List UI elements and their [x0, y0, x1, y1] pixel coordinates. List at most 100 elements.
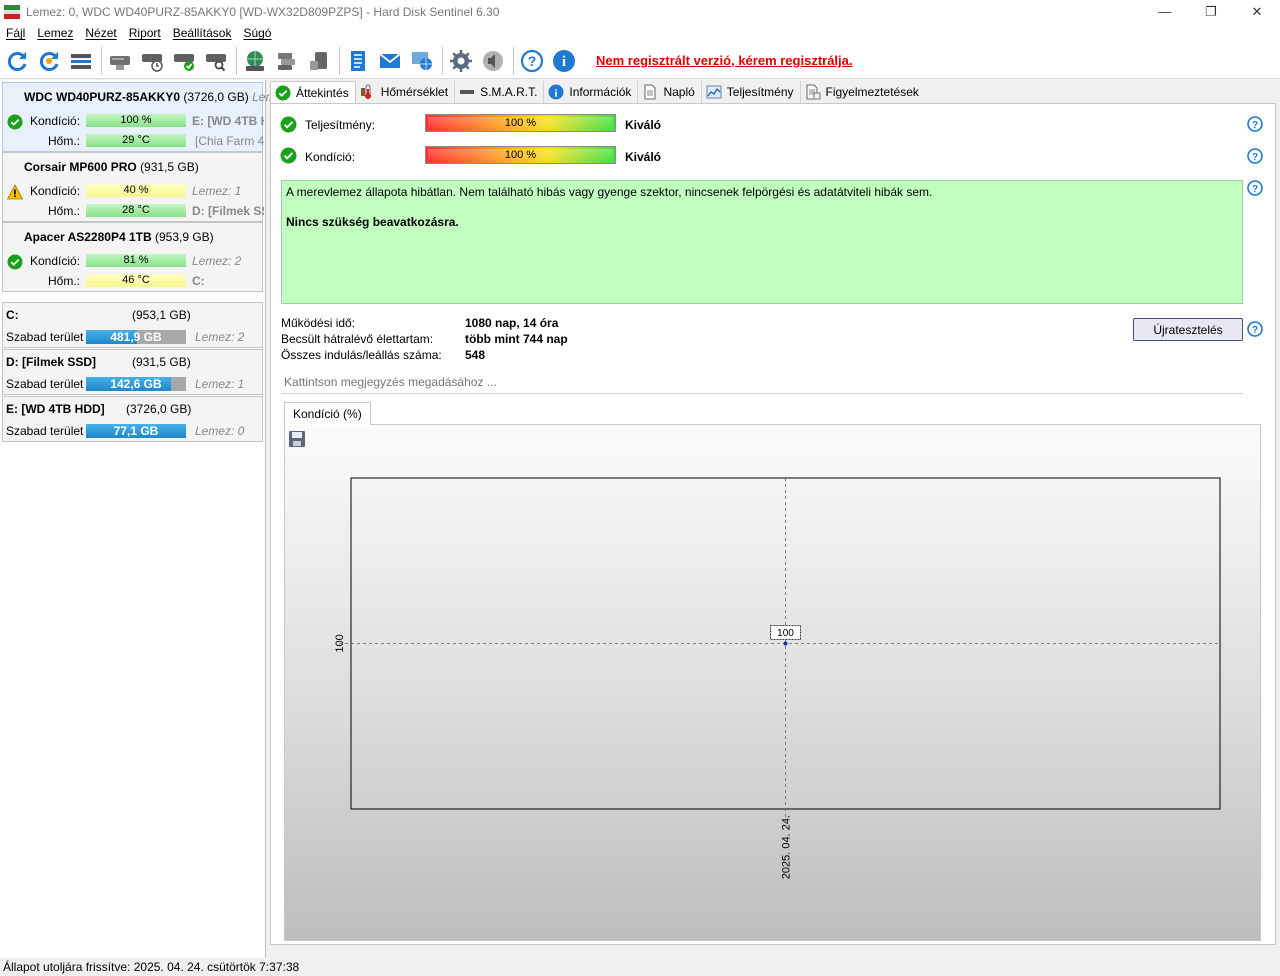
menu-settings[interactable]: Beállítások [167, 26, 238, 40]
menu-report[interactable]: Riport [123, 26, 167, 40]
refresh-all-icon[interactable] [35, 46, 63, 76]
svg-text:?: ? [528, 53, 537, 69]
disk-name: Corsair MP600 PRO [24, 160, 137, 174]
tab-alerts[interactable]: Figyelmeztetések [801, 81, 925, 103]
help-icon[interactable]: ? [1247, 116, 1263, 132]
volume-card-c[interactable]: C: (953,1 GB) Szabad terület 481,9 GB Le… [2, 302, 263, 348]
free-space-value: 77,1 GB [113, 424, 159, 438]
svg-text:i: i [562, 54, 566, 70]
menu-file[interactable]: Fájl [0, 26, 31, 40]
volume-card-e[interactable]: E: [WD 4TB HDD] (3726,0 GB) Szabad terül… [2, 396, 263, 442]
status-description: A merevlemez állapota hibátlan. Nem talá… [281, 180, 1243, 304]
tab-label: Információk [569, 85, 632, 99]
lifetime-label: Becsült hátralévő élettartam: [281, 332, 434, 346]
lifetime-value: több mint 744 nap [465, 332, 568, 346]
health-label: Kondíció: [30, 254, 81, 268]
maximize-button[interactable]: ❐ [1188, 0, 1234, 23]
drive-schedule-icon[interactable] [138, 46, 166, 76]
temp-label: Hőm.: [48, 134, 81, 148]
overview-panel: Teljesítmény: 100 % Kiváló ? Kondíció: 1… [270, 103, 1276, 945]
health-label: Kondíció: [30, 184, 81, 198]
free-space-label: Szabad terület [6, 424, 84, 438]
data-label: 100 [777, 628, 794, 639]
status-text: A merevlemez állapota hibátlan. Nem talá… [286, 185, 933, 199]
svg-text:?: ? [1252, 184, 1258, 195]
health-label: Kondíció: [30, 114, 81, 128]
disk-number-note: Lemez: 1 [192, 184, 242, 198]
temp-bar: 29 °C [86, 134, 186, 147]
sound-icon[interactable] [479, 46, 507, 76]
help-icon[interactable]: ? [1247, 180, 1263, 196]
performance-rating: Kiváló [625, 118, 662, 132]
web-report-icon[interactable] [408, 46, 436, 76]
check-icon [7, 254, 23, 270]
status-bar: Állapot utoljára frissítve: 2025. 04. 24… [0, 958, 1280, 976]
volume-capacity: (3726,0 GB) [126, 402, 192, 416]
health-value: 100 % [504, 149, 537, 161]
tab-smart[interactable]: S.M.A.R.T. [455, 81, 545, 103]
tab-log[interactable]: Napló [638, 81, 702, 103]
volume-name: C: [6, 308, 19, 322]
drives-icon[interactable] [273, 46, 301, 76]
disk-volume-note: E: [WD 4TB HDD] [192, 114, 264, 128]
svg-text:i: i [555, 88, 558, 100]
tab-overview[interactable]: Áttekintés [270, 81, 356, 104]
retest-button[interactable]: Újratesztelés [1133, 318, 1243, 341]
health-bar: 100 % [86, 114, 186, 127]
settings-icon[interactable] [447, 46, 475, 76]
refresh-icon[interactable] [3, 46, 31, 76]
volume-card-d[interactable]: D: [Filmek SSD] (931,5 GB) Szabad terüle… [2, 349, 263, 395]
volume-name: D: [Filmek SSD] [6, 355, 97, 369]
menu-help[interactable]: Súgó [237, 26, 277, 40]
tab-label: S.M.A.R.T. [480, 85, 538, 99]
disk-name: WDC WD40PURZ-85AKKY0 [24, 90, 181, 104]
email-icon[interactable] [376, 46, 404, 76]
network-drive-icon[interactable] [241, 46, 269, 76]
disk-list-panel: WDC WD40PURZ-85AKKY0 (3726,0 GB) Lem Kon… [0, 80, 275, 958]
tab-label: Áttekintés [296, 86, 349, 100]
tab-information[interactable]: i Információk [544, 81, 639, 103]
disk-list-icon[interactable] [67, 46, 95, 76]
drive-search-icon[interactable] [202, 46, 230, 76]
tab-performance[interactable]: Teljesítmény [702, 81, 801, 103]
free-space-value: 481,9 GB [110, 330, 162, 344]
help-icon[interactable]: ? [518, 46, 546, 76]
volume-disk-note: Lemez: 2 [195, 330, 245, 344]
y-tick-label: 100 [334, 634, 346, 652]
performance-gauge: 100 % [425, 114, 616, 132]
external-drive-icon[interactable] [305, 46, 333, 76]
help-icon[interactable]: ? [1247, 148, 1263, 164]
menu-view[interactable]: Nézet [79, 26, 122, 40]
drive-icon [459, 84, 475, 100]
menu-disk[interactable]: Lemez [31, 26, 79, 40]
info-icon[interactable]: i [550, 46, 578, 76]
toolbar: ? i Nem regisztrált verzió, kérem regisz… [0, 43, 1280, 79]
health-chart: 100 2025. 04. 24. 100 [284, 424, 1261, 941]
drive-icon[interactable] [106, 46, 134, 76]
tab-temperature[interactable]: Hőmérséklet [356, 81, 456, 103]
tab-label: Figyelmeztetések [825, 85, 919, 99]
free-space-label: Szabad terület [6, 330, 84, 344]
health-bar: 40 % [86, 184, 186, 197]
data-point [783, 641, 788, 646]
tab-bar: Áttekintés Hőmérséklet S.M.A.R.T. i Info… [270, 81, 925, 104]
drive-ok-icon[interactable] [170, 46, 198, 76]
help-icon[interactable]: ? [1247, 321, 1263, 337]
note-input[interactable] [281, 371, 1243, 394]
close-button[interactable]: ✕ [1234, 0, 1280, 23]
temp-bar: 46 °C [86, 274, 186, 287]
svg-text:?: ? [1252, 120, 1258, 131]
health-gauge: 100 % [425, 146, 616, 164]
warning-icon [7, 184, 23, 200]
health-bar: 81 % [86, 254, 186, 267]
health-label: Kondíció: [305, 150, 356, 164]
disk-card-1[interactable]: Corsair MP600 PRO (931,5 GB) Kondíció: 4… [2, 152, 264, 222]
thermometer-icon [360, 84, 376, 100]
report-icon[interactable] [344, 46, 372, 76]
minimize-button[interactable]: — [1142, 0, 1188, 23]
disk-capacity: (931,5 GB) [140, 160, 199, 174]
chart-tab-health[interactable]: Kondíció (%) [284, 402, 371, 425]
disk-card-0[interactable]: WDC WD40PURZ-85AKKY0 (3726,0 GB) Lem Kon… [2, 82, 275, 152]
registration-warning-link[interactable]: Nem regisztrált verzió, kérem regisztrál… [596, 53, 853, 68]
disk-card-2[interactable]: Apacer AS2280P4 1TB (953,9 GB) Kondíció:… [2, 222, 263, 292]
